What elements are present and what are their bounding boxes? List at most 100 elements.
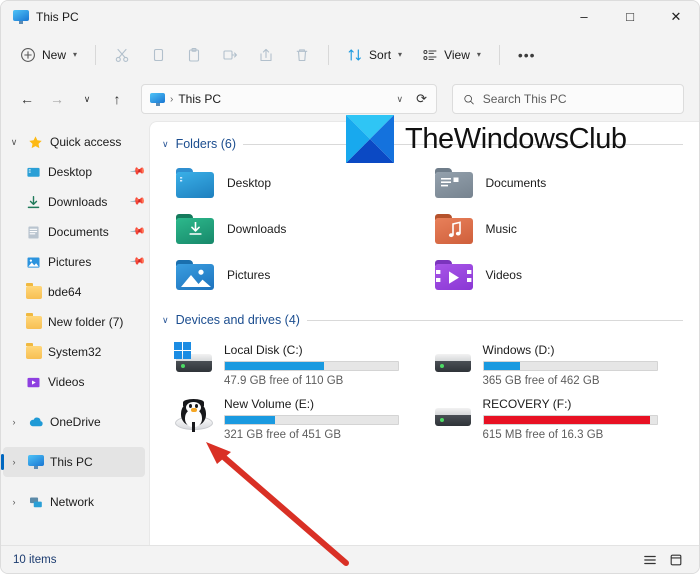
- refresh-icon[interactable]: ⟳: [413, 91, 430, 107]
- rename-button[interactable]: [213, 39, 247, 71]
- sidebar-item-network[interactable]: › Network: [3, 487, 145, 517]
- more-icon: •••: [517, 46, 536, 63]
- sidebar-item-new-folder-7[interactable]: New folder (7): [3, 307, 145, 337]
- cut-button[interactable]: [105, 39, 139, 71]
- drive-item-recovery-f[interactable]: RECOVERY (F:) 615 MB free of 16.3 GB: [431, 394, 690, 448]
- view-button[interactable]: View ▾: [413, 39, 490, 71]
- drives-grid: Local Disk (C:) 47.9 GB free of 110 GB W…: [150, 332, 699, 448]
- recent-locations-button[interactable]: ∨: [73, 85, 101, 113]
- minimize-button[interactable]: –: [561, 1, 607, 32]
- cloud-icon: [27, 414, 44, 430]
- folder-item-downloads[interactable]: Downloads: [172, 206, 431, 252]
- sidebar-item-documents[interactable]: Documents 📌: [3, 217, 147, 247]
- folder-icon: [25, 283, 42, 300]
- monitor-icon: [13, 9, 29, 24]
- address-bar[interactable]: › This PC ∨ ⟳: [141, 84, 437, 114]
- sidebar-item-desktop[interactable]: Desktop 📌: [3, 157, 147, 187]
- more-options-button[interactable]: •••: [509, 39, 545, 71]
- paste-button[interactable]: [177, 39, 211, 71]
- command-bar: New ▾ Sort ▾ View ▾ •••: [1, 32, 699, 77]
- sidebar-label: Quick access: [50, 135, 122, 149]
- forward-button[interactable]: →: [43, 85, 71, 113]
- folder-label: Videos: [485, 268, 522, 282]
- sidebar-label: New folder (7): [48, 315, 124, 329]
- back-button[interactable]: ←: [13, 85, 41, 113]
- sidebar-label: bde64: [48, 285, 82, 299]
- search-icon: [464, 94, 474, 104]
- pin-icon[interactable]: 📌: [129, 193, 147, 210]
- folder-item-documents[interactable]: Documents: [431, 160, 690, 206]
- drive-item-windows-d[interactable]: Windows (D:) 365 GB free of 462 GB: [431, 340, 690, 394]
- search-input[interactable]: [482, 92, 673, 106]
- drive-item-local-disk-c[interactable]: Local Disk (C:) 47.9 GB free of 110 GB: [172, 340, 431, 394]
- sidebar-item-downloads[interactable]: Downloads 📌: [3, 187, 147, 217]
- paste-icon: [188, 47, 200, 62]
- list-view-icon[interactable]: [639, 550, 661, 570]
- folder-icon: [25, 313, 42, 330]
- folder-item-videos[interactable]: Videos: [431, 252, 690, 298]
- breadcrumb[interactable]: › This PC: [150, 92, 387, 106]
- folder-item-music[interactable]: Music: [431, 206, 690, 252]
- downloads-icon: [25, 194, 42, 210]
- sidebar-label: System32: [48, 345, 102, 359]
- navigation-pane[interactable]: ∨ Quick access Desktop 📌 Downloads 📌 Doc…: [1, 121, 149, 545]
- folders-section-header[interactable]: ∨ Folders (6): [150, 132, 699, 156]
- chevron-down-icon[interactable]: ∨: [162, 315, 169, 326]
- sidebar-item-videos[interactable]: Videos: [3, 367, 145, 397]
- videos-icon: [25, 374, 42, 390]
- sidebar-label: Downloads: [48, 195, 108, 209]
- window-body: ∨ Quick access Desktop 📌 Downloads 📌 Doc…: [1, 121, 699, 545]
- drive-usage-bar: [224, 415, 399, 425]
- drive-windows-icon: [174, 342, 214, 382]
- address-chevron-down-icon[interactable]: ∨: [393, 94, 408, 105]
- drives-section-header[interactable]: ∨ Devices and drives (4): [150, 308, 699, 332]
- network-icon: [27, 494, 44, 510]
- chevron-right-icon[interactable]: ›: [7, 497, 21, 507]
- window-title: This PC: [36, 9, 79, 24]
- sidebar-item-quick-access[interactable]: ∨ Quick access: [3, 127, 145, 157]
- chevron-right-icon[interactable]: ›: [7, 457, 21, 467]
- details-view-icon[interactable]: [665, 550, 687, 570]
- chevron-down-icon[interactable]: ∨: [7, 137, 21, 148]
- item-count-label: 10 items: [13, 553, 57, 566]
- maximize-button[interactable]: □: [607, 1, 653, 32]
- folder-music-icon: [434, 214, 473, 244]
- chevron-down-icon[interactable]: ∨: [162, 139, 169, 150]
- view-icon: [423, 49, 437, 60]
- folder-item-pictures[interactable]: Pictures: [172, 252, 431, 298]
- folder-label: Downloads: [227, 222, 287, 236]
- title-bar-left: This PC: [1, 9, 79, 24]
- file-explorer-window: This PC – □ ✕ New ▾ Sort ▾ View ▾ ••• ← …: [0, 0, 700, 574]
- pin-icon[interactable]: 📌: [129, 223, 147, 240]
- sort-button[interactable]: Sort ▾: [338, 39, 411, 71]
- folder-downloads-icon: [176, 214, 214, 244]
- close-button[interactable]: ✕: [653, 1, 699, 32]
- window-controls: – □ ✕: [561, 1, 699, 32]
- sidebar-item-pictures[interactable]: Pictures 📌: [3, 247, 147, 277]
- sidebar-item-onedrive[interactable]: › OneDrive: [3, 407, 145, 437]
- folder-item-desktop[interactable]: Desktop: [172, 160, 431, 206]
- pin-icon[interactable]: 📌: [129, 253, 147, 270]
- drives-section-title: Devices and drives (4): [175, 313, 300, 327]
- section-divider: [306, 319, 683, 321]
- delete-button[interactable]: [285, 39, 319, 71]
- folder-pictures-icon: [176, 260, 214, 290]
- new-button[interactable]: New ▾: [11, 39, 86, 71]
- navigation-bar: ← → ∨ ↑ › This PC ∨ ⟳: [1, 77, 699, 121]
- plus-icon: [21, 47, 35, 62]
- pin-icon[interactable]: 📌: [129, 163, 147, 180]
- chevron-right-icon[interactable]: ›: [7, 417, 21, 427]
- content-pane: ∨ Folders (6) Desktop Documents Download…: [149, 121, 699, 545]
- copy-button[interactable]: [141, 39, 175, 71]
- drive-item-new-volume-e[interactable]: New Volume (E:) 321 GB free of 451 GB: [172, 394, 431, 448]
- drive-icon: [433, 342, 473, 382]
- chevron-down-icon: ▾: [73, 50, 78, 59]
- up-button[interactable]: ↑: [103, 85, 131, 113]
- share-button[interactable]: [249, 39, 283, 71]
- sidebar-item-this-pc[interactable]: › This PC: [1, 447, 145, 477]
- sidebar-item-bde64[interactable]: bde64: [3, 277, 145, 307]
- drive-free-space: 365 GB free of 462 GB: [482, 375, 600, 387]
- folder-documents-icon: [434, 168, 473, 198]
- search-box[interactable]: [452, 84, 684, 114]
- sidebar-item-system32[interactable]: System32: [3, 337, 145, 367]
